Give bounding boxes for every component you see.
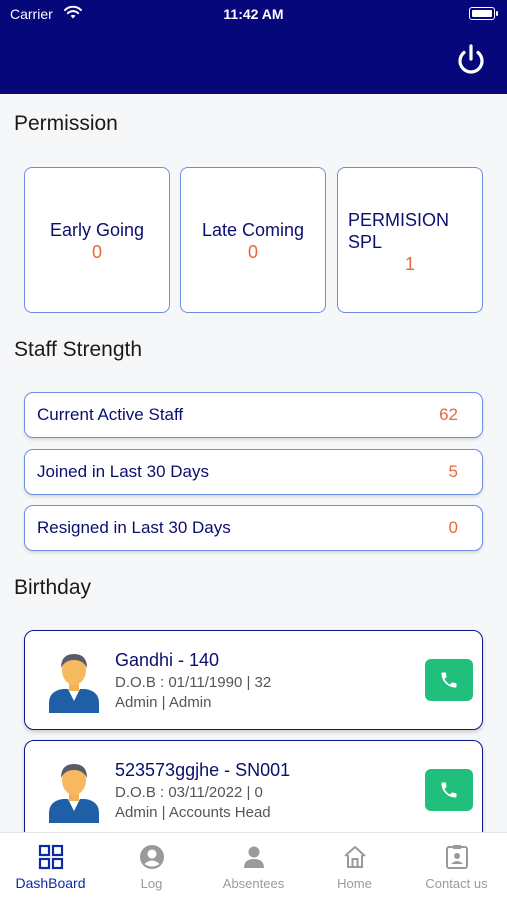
birthday-name: 523573ggjhe - SN001	[115, 760, 291, 780]
call-button[interactable]	[425, 659, 473, 701]
permission-spl-label: PERMISION SPL	[348, 210, 450, 252]
permission-title: Permission	[14, 112, 118, 135]
avatar	[45, 649, 103, 713]
early-going-value: 0	[91, 242, 102, 262]
staff-row-label: Resigned in Last 30 Days	[37, 518, 231, 537]
tab-log[interactable]: Log	[101, 833, 202, 900]
birthday-title: Birthday	[14, 576, 92, 599]
birthday-dob: D.O.B : 03/11/2022 | 0	[115, 784, 263, 801]
joined-last-30-days-row[interactable]: Joined in Last 30 Days 5	[24, 449, 483, 495]
birthday-card[interactable]: Gandhi - 140 D.O.B : 01/11/1990 | 32 Adm…	[24, 630, 483, 730]
staff-row-label: Current Active Staff	[37, 405, 184, 424]
staff-row-value: 62	[439, 405, 458, 424]
staff-row-label: Joined in Last 30 Days	[37, 462, 209, 481]
staff-strength-title: Staff Strength	[14, 338, 143, 361]
resigned-last-30-days-row[interactable]: Resigned in Last 30 Days 0	[24, 505, 483, 551]
tab-dashboard[interactable]: DashBoard	[0, 833, 101, 900]
tab-label: Absentees	[222, 876, 285, 891]
home-icon	[342, 844, 368, 870]
birthday-dob: D.O.B : 01/11/1990 | 32	[115, 674, 272, 691]
late-coming-card[interactable]: Late Coming 0	[180, 167, 326, 313]
staff-row-value: 5	[448, 462, 458, 481]
birthday-role: Admin | Admin	[115, 694, 212, 711]
status-bar: Carrier 11:42 AM	[0, 0, 507, 28]
bottom-tab-bar: DashBoard Log Absentees Home Contact us	[0, 832, 507, 900]
tab-label: Contact us	[425, 876, 488, 891]
permission-spl-value: 1	[404, 254, 415, 274]
early-going-card[interactable]: Early Going 0	[24, 167, 170, 313]
power-icon[interactable]	[455, 43, 487, 77]
person-icon	[241, 844, 267, 870]
phone-icon	[441, 782, 457, 798]
permission-spl-card[interactable]: PERMISION SPL 1	[337, 167, 483, 313]
user-circle-icon	[139, 844, 165, 870]
birthday-card[interactable]: 523573ggjhe - SN001 D.O.B : 03/11/2022 |…	[24, 740, 483, 832]
tab-label: DashBoard	[15, 875, 86, 891]
avatar	[45, 759, 103, 823]
call-button[interactable]	[425, 769, 473, 811]
top-navbar	[0, 28, 507, 94]
contact-card-icon	[444, 844, 470, 870]
tab-label: Home	[337, 876, 372, 891]
clock: 11:42 AM	[223, 6, 284, 22]
current-active-staff-row[interactable]: Current Active Staff 62	[24, 392, 483, 438]
dashboard-icon	[38, 844, 64, 870]
tab-label: Log	[140, 876, 163, 891]
early-going-label: Early Going	[49, 220, 145, 240]
late-coming-value: 0	[247, 242, 258, 262]
late-coming-label: Late Coming	[201, 220, 305, 240]
staff-row-value: 0	[448, 518, 458, 537]
dashboard-content[interactable]: Permission Early Going 0 Late Coming 0 P…	[0, 94, 507, 832]
birthday-role: Admin | Accounts Head	[115, 804, 271, 821]
tab-contact-us[interactable]: Contact us	[406, 833, 507, 900]
tab-home[interactable]: Home	[304, 833, 405, 900]
battery-icon	[469, 7, 498, 20]
phone-icon	[441, 672, 457, 688]
birthday-name: Gandhi - 140	[115, 650, 220, 670]
tab-absentees[interactable]: Absentees	[203, 833, 304, 900]
